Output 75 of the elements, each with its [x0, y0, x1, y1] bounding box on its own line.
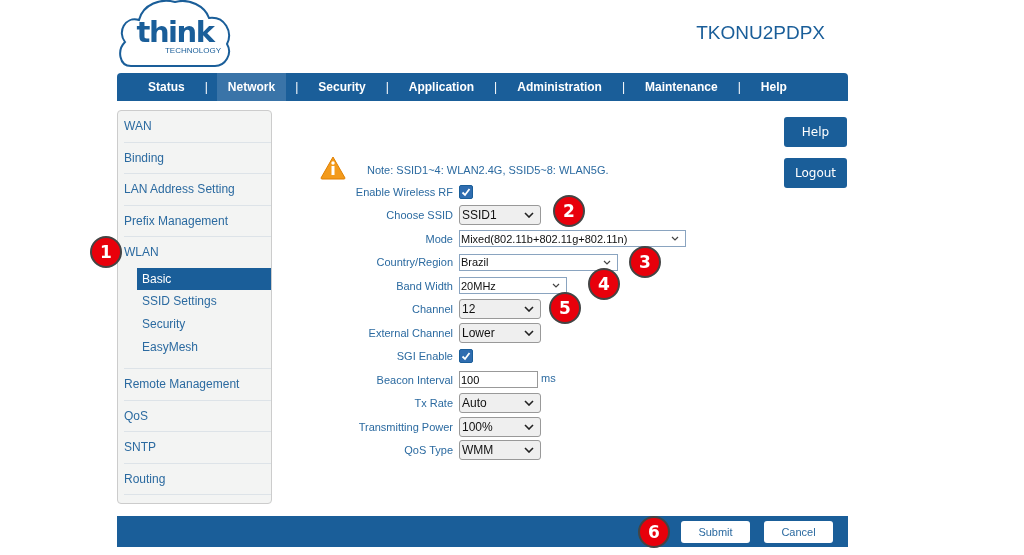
input-field[interactable]: 100: [459, 371, 538, 389]
sidebar-item[interactable]: Remote Management: [124, 369, 271, 400]
number-marker: 1: [90, 236, 122, 268]
field-label: Choose SSID: [385, 209, 453, 222]
sidebar-item[interactable]: WAN: [124, 111, 271, 142]
field-label: Country/Region: [375, 256, 453, 269]
sidebar-subitem[interactable]: EasyMesh: [137, 335, 271, 359]
dropdown[interactable]: Mixed(802.11b+802.11g+802.11n): [459, 230, 686, 248]
logo-text: think: [136, 18, 214, 46]
sidebar-item[interactable]: Prefix Management: [124, 205, 271, 236]
side-button[interactable]: Help: [784, 117, 847, 147]
unit-label: ms: [541, 372, 556, 385]
device-name: TKONU2PDPX: [696, 22, 825, 44]
logo-subtext: TECHNOLOGY: [165, 46, 221, 55]
field-label: Beacon Interval: [375, 373, 453, 386]
chevron-down-icon: [524, 423, 534, 430]
sidebar-item[interactable]: LAN Address Setting: [124, 174, 271, 205]
nav-separator: |: [736, 79, 742, 96]
chevron-down-icon: [671, 236, 679, 242]
chevron-down-icon: [524, 306, 534, 313]
footer-button[interactable]: Cancel: [764, 520, 833, 543]
nav-separator: |: [294, 79, 300, 96]
nav-tab[interactable]: Status: [137, 73, 196, 101]
nav-tab[interactable]: Network: [216, 73, 287, 101]
number-marker: 5: [549, 292, 581, 324]
sidebar-subitem[interactable]: Security: [137, 312, 271, 336]
dropdown[interactable]: SSID1: [459, 205, 541, 226]
chevron-down-icon: [524, 212, 534, 219]
footer-button[interactable]: Submit: [681, 520, 750, 543]
sidebar-item[interactable]: QoS: [124, 400, 271, 432]
field-label: Band Width: [395, 279, 453, 292]
dropdown[interactable]: Auto: [459, 393, 541, 414]
field-label: External Channel: [367, 326, 453, 339]
dropdown[interactable]: 12: [459, 299, 541, 320]
sidebar-subitem[interactable]: Basic: [137, 267, 271, 291]
dropdown[interactable]: Brazil: [459, 253, 618, 271]
sidebar-item[interactable]: Binding: [124, 142, 271, 173]
dropdown[interactable]: 20MHz: [459, 277, 567, 295]
dropdown[interactable]: Lower: [459, 322, 541, 343]
side-button[interactable]: Logout: [784, 158, 847, 188]
nav-separator: |: [203, 79, 209, 96]
nav-separator: |: [620, 79, 627, 96]
field-label: SGI Enable: [395, 350, 453, 363]
checkbox[interactable]: [459, 349, 473, 364]
sidebar-subitem[interactable]: SSID Settings: [137, 290, 271, 313]
nav-tab[interactable]: Help: [749, 73, 798, 101]
chevron-down-icon: [524, 329, 534, 336]
field-label: Transmitting Power: [357, 420, 453, 433]
nav-tab[interactable]: Maintenance: [634, 73, 729, 101]
field-label: Tx Rate: [413, 397, 453, 410]
nav-tab[interactable]: Application: [397, 73, 486, 101]
number-marker: 4: [588, 268, 620, 300]
field-label: Enable Wireless RF: [354, 185, 453, 198]
sidebar-item[interactable]: WLAN: [124, 237, 271, 268]
checkbox[interactable]: [459, 184, 473, 199]
nav-separator: |: [384, 79, 390, 96]
warning-icon: [320, 156, 346, 180]
field-label: Channel: [411, 303, 453, 316]
chevron-down-icon: [524, 447, 534, 454]
note-text: Note: SSID1~4: WLAN2.4G, SSID5~8: WLAN5G.: [367, 164, 609, 176]
nav-tab[interactable]: Administration: [506, 73, 613, 101]
number-marker: 2: [553, 195, 585, 227]
sidebar-item[interactable]: Routing: [124, 463, 271, 495]
number-marker: 3: [629, 246, 661, 278]
field-label: Mode: [424, 232, 453, 245]
field-label: QoS Type: [403, 444, 453, 457]
logo-cloud-icon: [117, 0, 233, 68]
dropdown[interactable]: WMM: [459, 440, 541, 461]
sidebar-item[interactable]: SNTP: [124, 432, 271, 463]
nav-separator: |: [493, 79, 499, 96]
chevron-down-icon: [552, 283, 560, 289]
chevron-down-icon: [524, 400, 534, 407]
chevron-down-icon: [603, 259, 611, 265]
dropdown[interactable]: 100%: [459, 416, 541, 437]
nav-tab[interactable]: Security: [307, 73, 377, 101]
